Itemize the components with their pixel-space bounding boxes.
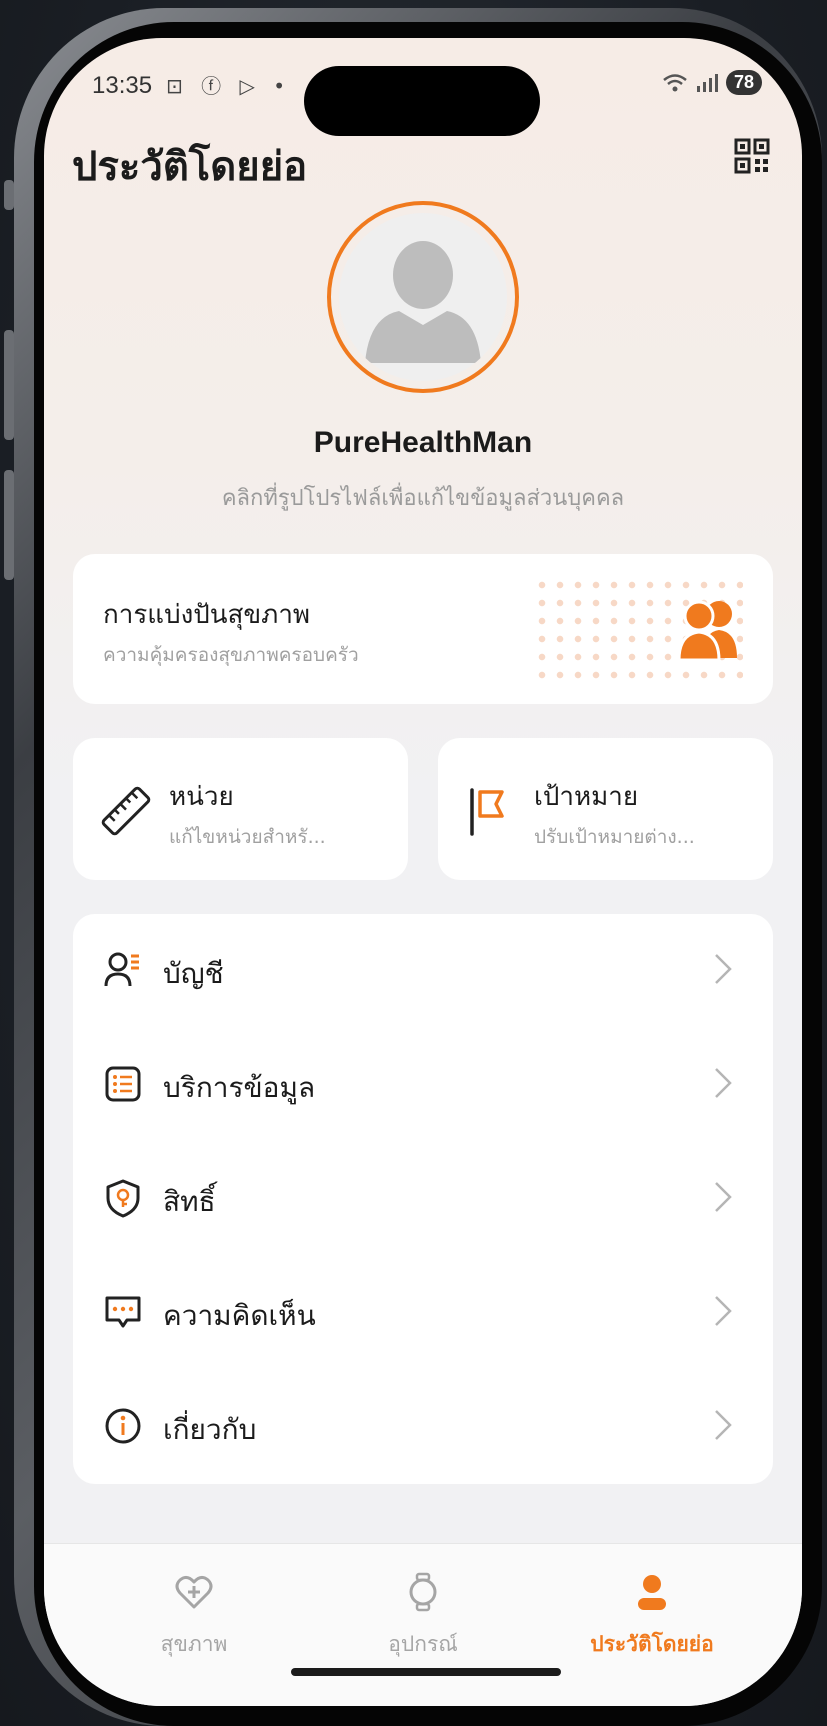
menu-item-about[interactable]: เกี่ยวกับ — [73, 1370, 773, 1484]
ruler-icon — [101, 786, 151, 836]
person-icon — [638, 1575, 666, 1610]
volume-down-button — [4, 470, 14, 580]
chevron-right-icon — [715, 1068, 732, 1098]
tab-health[interactable]: สุขภาพ — [84, 1544, 304, 1664]
goals-subtitle: ปรับเป้าหมายต่าง... — [534, 826, 695, 848]
menu-item-label: ความคิดเห็น — [163, 1299, 316, 1332]
units-subtitle: แก้ไขหน่วยสำหรั... — [169, 826, 326, 848]
action-button — [4, 180, 14, 210]
units-title: หน่วย — [169, 782, 234, 812]
status-notification-icons: ⊡ ⓕ ▷ • — [166, 74, 292, 98]
settings-menu: บัญชี บริการข้อมูล สิทธิ์ ความคิดเห็น เก… — [73, 914, 773, 1484]
chevron-right-icon — [715, 954, 732, 984]
chevron-right-icon — [715, 1296, 732, 1326]
flag-icon — [470, 788, 504, 836]
menu-item-data-service[interactable]: บริการข้อมูล — [73, 1028, 773, 1142]
qr-code-icon[interactable] — [734, 138, 770, 174]
default-user-icon — [365, 241, 481, 363]
info-icon — [105, 1408, 141, 1444]
home-indicator[interactable] — [291, 1668, 561, 1676]
profile-edit-hint: คลิกที่รูปโปรไฟล์เพื่อแก้ไขข้อมูลส่วนบุค… — [221, 486, 625, 511]
units-card[interactable]: หน่วย แก้ไขหน่วยสำหรั... — [73, 738, 408, 880]
data-service-icon — [105, 1066, 141, 1102]
feedback-icon — [105, 1296, 141, 1328]
health-sharing-card[interactable]: การแบ่งปันสุขภาพ ความคุ้มครองสุขภาพครอบค… — [73, 554, 773, 704]
username: PureHealthMan — [313, 426, 533, 459]
menu-item-label: บัญชี — [163, 957, 224, 990]
health-sharing-subtitle: ความคุ้มครองสุขภาพครอบครัว — [103, 644, 359, 666]
bottom-tab-bar: สุขภาพ อุปกรณ์ ประวัติโดยย่อ — [44, 1543, 802, 1706]
chevron-right-icon — [715, 1410, 732, 1440]
health-sharing-title: การแบ่งปันสุขภาพ — [103, 600, 311, 630]
menu-item-permissions[interactable]: สิทธิ์ — [73, 1142, 773, 1256]
tab-profile[interactable]: ประวัติโดยย่อ — [542, 1544, 762, 1664]
tab-label: อุปกรณ์ — [388, 1632, 458, 1656]
signal-icon — [696, 73, 718, 92]
menu-item-account[interactable]: บัญชี — [73, 914, 773, 1028]
avatar-placeholder — [339, 213, 507, 381]
goals-title: เป้าหมาย — [534, 782, 639, 812]
menu-item-feedback[interactable]: ความคิดเห็น — [73, 1256, 773, 1370]
heart-plus-icon — [175, 1575, 213, 1609]
volume-up-button — [4, 330, 14, 440]
account-icon — [104, 952, 139, 987]
device-background: 13:35 ⊡ ⓕ ▷ • 78 ประวัติโดยย่อ PureHealt… — [0, 0, 827, 1726]
profile-avatar[interactable] — [327, 201, 519, 393]
dynamic-island — [304, 66, 540, 136]
page-title: ประวัติโดยย่อ — [72, 144, 308, 190]
chevron-right-icon — [715, 1182, 732, 1212]
status-right: 78 — [662, 70, 762, 95]
goals-card[interactable]: เป้าหมาย ปรับเป้าหมายต่าง... — [438, 738, 773, 880]
menu-item-label: สิทธิ์ — [163, 1185, 216, 1218]
tab-devices[interactable]: อุปกรณ์ — [313, 1544, 533, 1664]
app-screen: 13:35 ⊡ ⓕ ▷ • 78 ประวัติโดยย่อ PureHealt… — [44, 38, 802, 1706]
battery-indicator: 78 — [725, 70, 762, 95]
menu-item-label: เกี่ยวกับ — [163, 1413, 257, 1446]
permission-shield-icon — [106, 1179, 140, 1218]
tab-label: ประวัติโดยย่อ — [590, 1632, 714, 1656]
family-icon — [677, 600, 737, 662]
menu-item-label: บริการข้อมูล — [163, 1071, 316, 1104]
tab-label: สุขภาพ — [160, 1632, 228, 1656]
status-time: 13:35 — [92, 72, 153, 99]
wifi-icon — [663, 73, 687, 91]
watch-icon — [409, 1572, 437, 1612]
